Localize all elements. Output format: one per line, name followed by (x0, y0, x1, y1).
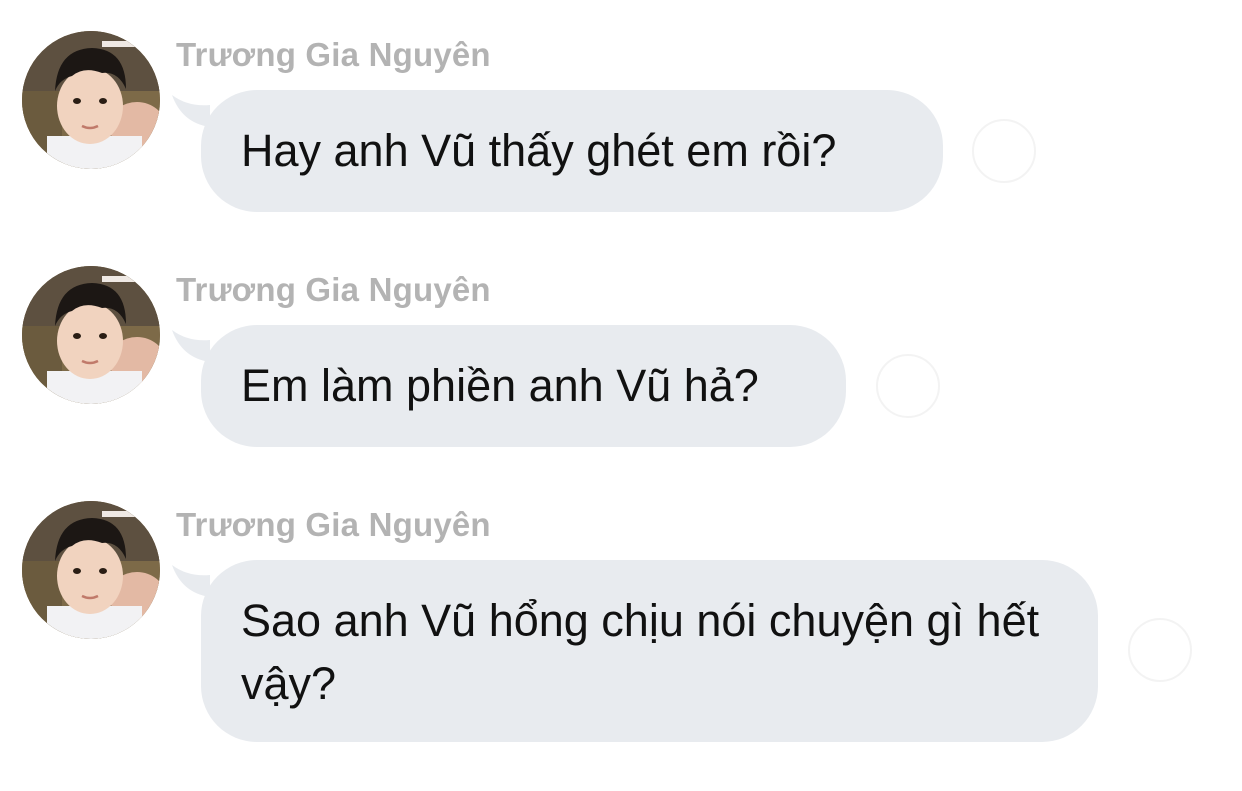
add-reaction-icon[interactable] (876, 354, 940, 418)
sender-name: Trương Gia Nguyên (176, 506, 491, 543)
avatar[interactable] (22, 501, 160, 639)
avatar[interactable] (22, 31, 160, 169)
message-bubble[interactable]: Sao anh Vũ hổng chịu nói chuyện gì hết v… (201, 560, 1098, 742)
avatar-photo-icon (22, 31, 160, 169)
message-text: Sao anh Vũ hổng chịu nói chuyện gì hết v… (241, 595, 1040, 709)
message-text: Em làm phiền anh Vũ hả? (241, 360, 759, 411)
add-reaction-icon[interactable] (972, 119, 1036, 183)
avatar-photo-icon (22, 266, 160, 404)
message-text: Hay anh Vũ thấy ghét em rồi? (241, 125, 837, 176)
sender-name: Trương Gia Nguyên (176, 36, 491, 73)
avatar-photo-icon (22, 501, 160, 639)
avatar[interactable] (22, 266, 160, 404)
message-bubble[interactable]: Em làm phiền anh Vũ hả? (201, 325, 846, 447)
chat-thread: Trương Gia Nguyên Hay anh Vũ thấy ghét e… (0, 0, 1242, 791)
message-bubble[interactable]: Hay anh Vũ thấy ghét em rồi? (201, 90, 943, 212)
sender-name: Trương Gia Nguyên (176, 271, 491, 308)
add-reaction-icon[interactable] (1128, 618, 1192, 682)
